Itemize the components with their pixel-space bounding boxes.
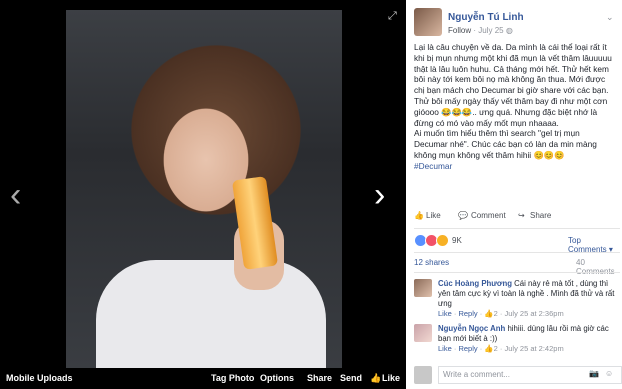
tag-photo-button[interactable]: Tag Photo — [211, 373, 254, 383]
hashtag-link[interactable]: #Decumar — [414, 161, 614, 172]
comment-action-icon: 💬 — [458, 211, 468, 220]
comment-likes-count[interactable]: 2 — [494, 309, 498, 318]
commenter-avatar[interactable] — [414, 279, 432, 297]
comment-like-link[interactable]: Like — [438, 344, 452, 353]
next-photo-arrow-icon[interactable]: › — [374, 178, 385, 212]
share-button[interactable]: Share — [307, 373, 332, 383]
photo-viewer: ‹ › ⤢ Mobile Uploads Tag Photo Options S… — [0, 0, 406, 389]
comment-meta: Like · Reply · 👍2 · July 25 at 2:36pm — [438, 309, 564, 318]
comment-time[interactable]: July 25 at 2:42pm — [504, 344, 563, 353]
album-link[interactable]: Mobile Uploads — [6, 373, 73, 383]
comment-time[interactable]: July 25 at 2:36pm — [504, 309, 563, 318]
post-date[interactable]: July 25 — [478, 26, 503, 35]
thumbs-up-icon[interactable]: 👍 — [370, 373, 381, 384]
post-panel: Nguyễn Tú Linh Follow · July 25 ◍ ⌄ Lại … — [406, 0, 622, 389]
write-comment-row: Write a comment... 📷 ☺ — [414, 366, 622, 384]
post-options-chevron-icon[interactable]: ⌄ — [606, 12, 614, 23]
send-button[interactable]: Send — [340, 373, 362, 383]
divider — [414, 228, 620, 229]
like-action[interactable]: Like — [426, 211, 441, 220]
camera-icon[interactable]: 📷 — [589, 369, 599, 378]
fullscreen-icon[interactable]: ⤢ — [388, 10, 397, 23]
divider — [414, 252, 620, 253]
globe-icon: ◍ — [505, 26, 513, 35]
comment-input[interactable]: Write a comment... 📷 ☺ — [438, 366, 622, 384]
share-action[interactable]: Share — [530, 211, 551, 220]
options-button[interactable]: Options — [260, 373, 294, 383]
comments-count[interactable]: 40 Comments — [576, 258, 620, 276]
post-photo[interactable] — [66, 10, 342, 368]
reaction-icons[interactable] — [414, 234, 449, 247]
comment-input-placeholder: Write a comment... — [443, 370, 510, 379]
current-user-avatar — [414, 366, 432, 384]
comment-action[interactable]: Comment — [471, 211, 506, 220]
post-paragraph: Ai muốn tìm hiểu thêm thì search "gel tr… — [414, 128, 597, 160]
comment-like-link[interactable]: Like — [438, 309, 452, 318]
comment-meta: Like · Reply · 👍2 · July 25 at 2:42pm — [438, 344, 564, 353]
prev-photo-arrow-icon[interactable]: ‹ — [10, 178, 21, 212]
author-name[interactable]: Nguyễn Tú Linh — [448, 12, 524, 23]
haha-reaction-icon — [436, 234, 449, 247]
comment-body: Cúc Hoàng Phương Cái này rẻ mà tốt , dùn… — [438, 279, 620, 319]
emoji-icon[interactable]: ☺ — [605, 369, 613, 378]
comment-like-icon: 👍 — [484, 309, 494, 318]
reactions-count[interactable]: 9K — [452, 236, 462, 245]
comment-reply-link[interactable]: Reply — [458, 309, 477, 318]
comment-like-icon: 👍 — [484, 344, 494, 353]
commenter-name[interactable]: Cúc Hoàng Phương — [438, 279, 512, 288]
post-paragraph: Lại là câu chuyện về da. Da mình là cái … — [414, 42, 612, 128]
like-action-icon: 👍 — [414, 211, 424, 220]
comment-likes-count[interactable]: 2 — [494, 344, 498, 353]
divider — [414, 272, 620, 273]
post-actions: 👍 Like 💬 Comment ↪ Share — [414, 211, 614, 225]
photo-bottom-bar: Mobile Uploads Tag Photo Options Share S… — [0, 368, 406, 389]
share-action-icon: ↪ — [518, 211, 525, 220]
commenter-avatar[interactable] — [414, 324, 432, 342]
follow-link[interactable]: Follow — [448, 26, 471, 35]
photo-shirt — [96, 260, 326, 368]
post-text: Lại là câu chuyện về da. Da mình là cái … — [414, 42, 614, 172]
commenter-name[interactable]: Nguyễn Ngọc Anh — [438, 324, 505, 333]
shares-count[interactable]: 12 shares — [414, 258, 449, 267]
author-avatar[interactable] — [414, 8, 442, 36]
reactions-bar: 9K Top Comments ▾ — [414, 233, 620, 254]
like-button[interactable]: Like — [382, 373, 400, 383]
post-meta: Follow · July 25 ◍ — [448, 26, 513, 35]
comment-body: Nguyễn Ngọc Anh hihiii. dùng lâu rồi mà … — [438, 324, 620, 354]
comment-reply-link[interactable]: Reply — [458, 344, 477, 353]
